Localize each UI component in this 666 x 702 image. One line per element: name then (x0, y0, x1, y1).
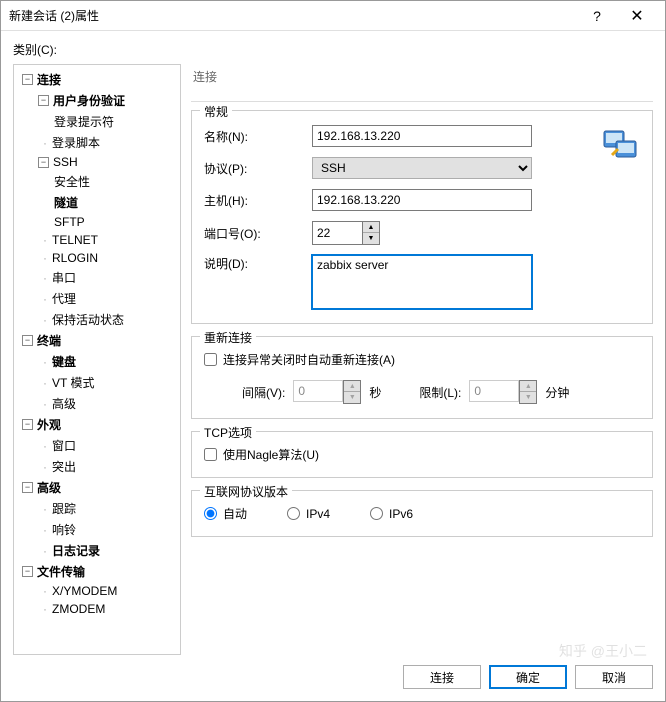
tree-trace[interactable]: ·跟踪 (16, 498, 178, 519)
collapse-icon[interactable]: − (38, 157, 49, 168)
general-group: 常规 名称(N): 协议(P): SSH (191, 110, 653, 324)
collapse-icon[interactable]: − (38, 95, 49, 106)
limit-spinner: ▲ ▼ (519, 380, 537, 404)
tree-xymodem[interactable]: ·X/YMODEM (16, 582, 178, 600)
tree-proxy[interactable]: ·代理 (16, 288, 178, 309)
tree-login-prompt[interactable]: 登录提示符 (16, 111, 178, 132)
tree-filetransfer[interactable]: −文件传输 (16, 561, 178, 582)
tree-adv-term[interactable]: ·高级 (16, 393, 178, 414)
interval-unit: 秒 (369, 384, 381, 401)
tree-login-script[interactable]: ·登录脚本 (16, 132, 178, 153)
auto-reconnect-checkbox[interactable] (204, 353, 217, 366)
ipv6-radio[interactable]: IPv6 (370, 505, 413, 522)
window-title: 新建会话 (2)属性 (9, 7, 577, 24)
tree-security[interactable]: 安全性 (16, 171, 178, 192)
limit-label: 限制(L): (419, 384, 461, 401)
limit-input (469, 380, 519, 402)
name-input[interactable] (312, 125, 532, 147)
main-split: −连接 −用户身份验证 登录提示符 ·登录脚本 −SSH 安全性 隧道 SFTP… (13, 64, 653, 655)
category-label: 类别(C): (13, 41, 653, 58)
close-button[interactable]: ✕ (617, 6, 657, 26)
tree-serial[interactable]: ·串口 (16, 267, 178, 288)
protocol-select[interactable]: SSH (312, 157, 532, 179)
reconnect-legend: 重新连接 (200, 329, 256, 346)
category-tree[interactable]: −连接 −用户身份验证 登录提示符 ·登录脚本 −SSH 安全性 隧道 SFTP… (13, 64, 181, 655)
host-label: 主机(H): (204, 192, 312, 209)
titlebar: 新建会话 (2)属性 ? ✕ (1, 1, 665, 31)
tree-telnet[interactable]: ·TELNET (16, 231, 178, 249)
button-bar: 知乎 @王小二 连接 确定 取消 (13, 655, 653, 689)
tree-logging[interactable]: ·日志记录 (16, 540, 178, 561)
settings-panel: 连接 常规 名称(N): 协 (191, 64, 653, 655)
watermark: 知乎 @王小二 (559, 641, 647, 661)
tree-appearance[interactable]: −外观 (16, 414, 178, 435)
tree-ssh[interactable]: −SSH (16, 153, 178, 171)
collapse-icon[interactable]: − (22, 482, 33, 493)
general-legend: 常规 (200, 103, 232, 120)
tree-keyboard[interactable]: ·键盘 (16, 351, 178, 372)
tree-keepalive[interactable]: ·保持活动状态 (16, 309, 178, 330)
collapse-icon[interactable]: − (22, 566, 33, 577)
dialog-body: 类别(C): −连接 −用户身份验证 登录提示符 ·登录脚本 −SSH 安全性 … (1, 31, 665, 701)
spinner-down-icon: ▼ (344, 392, 360, 403)
tcp-group: TCP选项 使用Nagle算法(U) (191, 431, 653, 478)
ip-auto-radio[interactable]: 自动 (204, 505, 247, 522)
reconnect-group: 重新连接 连接异常关闭时自动重新连接(A) 间隔(V): ▲ ▼ (191, 336, 653, 419)
tree-highlight[interactable]: ·突出 (16, 456, 178, 477)
tcp-legend: TCP选项 (200, 424, 256, 441)
tree-auth[interactable]: −用户身份验证 (16, 90, 178, 111)
tree-advanced[interactable]: −高级 (16, 477, 178, 498)
interval-label: 间隔(V): (242, 384, 285, 401)
collapse-icon[interactable]: − (22, 419, 33, 430)
collapse-icon[interactable]: − (22, 335, 33, 346)
port-label: 端口号(O): (204, 225, 312, 242)
help-button[interactable]: ? (577, 8, 617, 24)
host-input[interactable] (312, 189, 532, 211)
spinner-down-icon: ▼ (520, 392, 536, 403)
spinner-up-icon: ▲ (520, 381, 536, 392)
ipversion-legend: 互联网协议版本 (200, 483, 292, 500)
desc-input[interactable]: zabbix server (312, 255, 532, 309)
tree-bell[interactable]: ·响铃 (16, 519, 178, 540)
interval-spinner: ▲ ▼ (343, 380, 361, 404)
limit-unit: 分钟 (545, 384, 569, 401)
spinner-down-icon[interactable]: ▼ (363, 233, 379, 244)
tree-zmodem[interactable]: ·ZMODEM (16, 600, 178, 618)
nagle-label: 使用Nagle算法(U) (223, 446, 319, 463)
section-title: 连接 (191, 64, 653, 93)
ok-button[interactable]: 确定 (489, 665, 567, 689)
divider (191, 101, 653, 102)
spinner-up-icon: ▲ (344, 381, 360, 392)
tree-sftp[interactable]: SFTP (16, 213, 178, 231)
cancel-button[interactable]: 取消 (575, 665, 653, 689)
auto-reconnect-label: 连接异常关闭时自动重新连接(A) (223, 351, 395, 368)
tree-vtmode[interactable]: ·VT 模式 (16, 372, 178, 393)
collapse-icon[interactable]: − (22, 74, 33, 85)
tree-window[interactable]: ·窗口 (16, 435, 178, 456)
ipversion-group: 互联网协议版本 自动 IPv4 IPv6 (191, 490, 653, 537)
protocol-label: 协议(P): (204, 160, 312, 177)
tree-rlogin[interactable]: ·RLOGIN (16, 249, 178, 267)
hosts-icon (600, 125, 640, 165)
port-spinner[interactable]: ▲ ▼ (362, 221, 380, 245)
tree-terminal[interactable]: −终端 (16, 330, 178, 351)
dialog-window: 新建会话 (2)属性 ? ✕ 类别(C): −连接 −用户身份验证 登录提示符 … (0, 0, 666, 702)
connect-button[interactable]: 连接 (403, 665, 481, 689)
nagle-checkbox[interactable] (204, 448, 217, 461)
spinner-up-icon[interactable]: ▲ (363, 222, 379, 233)
tree-tunnel[interactable]: 隧道 (16, 192, 178, 213)
port-input[interactable] (312, 221, 362, 245)
name-label: 名称(N): (204, 128, 312, 145)
ipv4-radio[interactable]: IPv4 (287, 505, 330, 522)
interval-input (293, 380, 343, 402)
tree-connection[interactable]: −连接 (16, 69, 178, 90)
desc-label: 说明(D): (204, 255, 312, 272)
